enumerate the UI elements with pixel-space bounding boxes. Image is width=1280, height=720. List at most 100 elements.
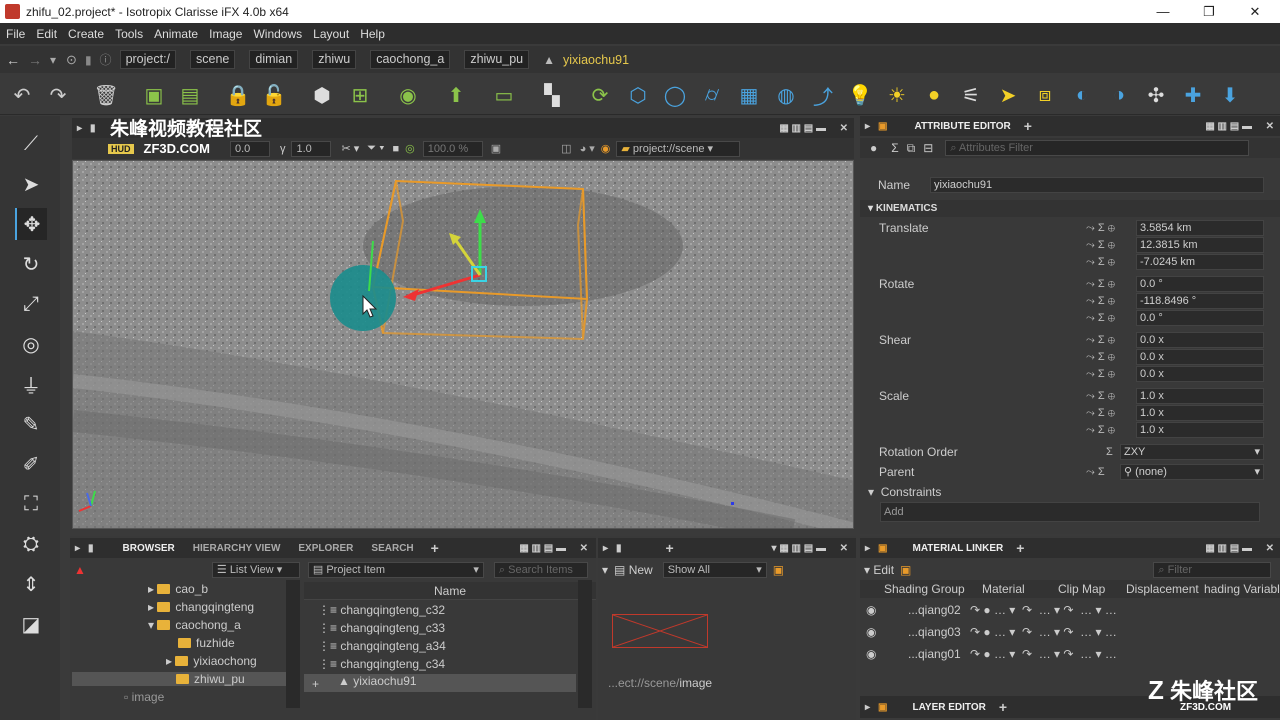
rotate-tool-icon[interactable]: ↻ xyxy=(15,248,47,280)
material-linker-tab[interactable]: MATERIAL LINKER xyxy=(903,543,1012,554)
download-icon[interactable]: ⬇ xyxy=(1218,83,1242,107)
ml-row[interactable]: ◉ ...qiang02 ↷ ● … ▾ ↷ … ▾ ↷ … ▾ … xyxy=(860,600,1280,622)
redo-icon[interactable]: ↷ xyxy=(46,83,70,107)
breadcrumb-caochong-a[interactable]: caochong_a xyxy=(370,50,451,69)
tab-search[interactable]: SEARCH xyxy=(362,543,422,554)
paint-tool-icon[interactable]: ✎ xyxy=(15,408,47,440)
ml-layout-icon[interactable]: ▦ ▥ ▤ ▬ xyxy=(1205,543,1252,554)
ml-row[interactable]: ◉ ...qiang01 ↷ ● … ▾ ↷ … ▾ ↷ … ▾ … xyxy=(860,644,1280,666)
name-field[interactable]: yixiaochu91 xyxy=(930,177,1264,193)
image-menu-icon[interactable]: ▸ xyxy=(603,543,608,554)
filter-dropdown-icon[interactable]: ⊟ xyxy=(923,141,933,155)
minimize-button[interactable]: — xyxy=(1140,0,1186,23)
col-clip-map[interactable]: Clip Map xyxy=(1058,582,1105,596)
ml-edit-icon[interactable]: ▣ xyxy=(900,563,911,577)
menu-image[interactable]: Image xyxy=(209,27,242,41)
image-icon[interactable]: ▣ xyxy=(773,563,784,577)
col-shading-group[interactable]: Shading Group xyxy=(884,582,965,596)
viewport-close-icon[interactable]: ✕ xyxy=(840,123,848,134)
tree-scrollbar[interactable] xyxy=(286,580,300,708)
shear-y-field[interactable]: 0.0 x xyxy=(1136,349,1264,365)
context-icon[interactable]: ▚ xyxy=(540,83,564,107)
breadcrumb-selected[interactable]: yixiaochu91 xyxy=(563,53,629,67)
scale-z-field[interactable]: 1.0 x xyxy=(1136,422,1264,438)
col-displacement[interactable]: Displacement xyxy=(1126,582,1199,596)
scatter-icon[interactable]: ✣ xyxy=(1144,83,1168,107)
menu-edit[interactable]: Edit xyxy=(36,27,57,41)
menu-create[interactable]: Create xyxy=(68,27,104,41)
display-icon[interactable]: ◫ xyxy=(561,142,571,155)
tab-browser[interactable]: BROWSER xyxy=(114,543,184,554)
list-item[interactable]: ⋮≡ changqingteng_c33 xyxy=(318,621,445,635)
spot-light-icon[interactable]: ⚟ xyxy=(959,83,983,107)
color-swatch-icon[interactable]: ◪ xyxy=(15,608,47,640)
menu-layout[interactable]: Layout xyxy=(313,27,349,41)
scale-tool-icon[interactable]: ⤢ xyxy=(15,288,47,320)
box-primitive-icon[interactable]: ⬡ xyxy=(626,83,650,107)
add-point-icon[interactable]: ✚ xyxy=(1181,83,1205,107)
gi-icon[interactable]: ◐ xyxy=(1070,83,1094,107)
ml-row-controls[interactable]: ↷ ● … ▾ ↷ … ▾ ↷ … ▾ … xyxy=(970,603,1117,617)
cylinder-primitive-icon[interactable]: ⌭ xyxy=(700,83,724,107)
layer-editor-tab[interactable]: LAYER EDITOR xyxy=(903,702,994,713)
shading-icon[interactable]: ◕ ▾ xyxy=(580,142,595,155)
progressive-icon[interactable]: ◎ xyxy=(405,142,415,155)
ml-row-controls[interactable]: ↷ ● … ▾ ↷ … ▾ ↷ … ▾ … xyxy=(970,625,1117,639)
scale-x-controls[interactable]: ⤳ Σ ⊕ xyxy=(1086,390,1134,403)
image-menu-arrow-icon[interactable]: ▾ xyxy=(602,563,608,577)
translate-x-controls[interactable]: ⤳ Σ ⊕ xyxy=(1086,222,1134,235)
home-icon[interactable]: ⊙ xyxy=(66,52,77,68)
ambient-occlusion-icon[interactable]: ◑ xyxy=(1107,83,1131,107)
tree-item-caochong-a[interactable]: ▾ caochong_a xyxy=(148,618,241,632)
scale-z-controls[interactable]: ⤳ Σ ⊕ xyxy=(1086,424,1134,437)
menu-tools[interactable]: Tools xyxy=(115,27,143,41)
tree-item-yixiaochong[interactable]: ▸ yixiaochong xyxy=(166,654,257,668)
breadcrumb-dimian[interactable]: dimian xyxy=(249,50,299,69)
zoom-field[interactable]: 100.0 % xyxy=(422,140,483,157)
shear-z-field[interactable]: 0.0 x xyxy=(1136,366,1264,382)
grid-primitive-icon[interactable]: ▦ xyxy=(737,83,761,107)
ml-edit-button[interactable]: ▾ Edit xyxy=(864,563,894,577)
tree-item-changqingteng[interactable]: ▸ changqingteng xyxy=(148,600,254,614)
translate-y-field[interactable]: 12.3815 km xyxy=(1136,237,1264,253)
select-arrow-icon[interactable]: ➤ xyxy=(15,168,47,200)
translate-y-controls[interactable]: ⤳ Σ ⊕ xyxy=(1086,239,1134,252)
add-constraint-button[interactable]: Add xyxy=(880,502,1260,522)
ml-close-icon[interactable]: ✕ xyxy=(1266,543,1274,554)
viewport-menu-icon[interactable]: ▸ xyxy=(77,123,82,134)
scene-icon[interactable]: ◉ xyxy=(396,83,420,107)
rotation-order-select[interactable]: ZXY ▾ xyxy=(1120,444,1264,460)
new-image-button[interactable]: ▤ New xyxy=(614,563,653,577)
attr-menu-icon[interactable]: ▸ xyxy=(865,121,870,132)
kinematics-section[interactable]: ▾ KINEMATICS xyxy=(860,200,1280,217)
comment-bubble-icon[interactable]: ● xyxy=(870,141,877,155)
history-dropdown-icon[interactable]: ▾ xyxy=(50,53,56,67)
translate-x-field[interactable]: 3.5854 km xyxy=(1136,220,1264,236)
unlock-tool-icon[interactable]: 🔓 xyxy=(262,83,287,107)
ungroup-icon[interactable]: ▤ xyxy=(178,83,202,107)
list-item[interactable]: ⋮≡ changqingteng_a34 xyxy=(318,639,446,653)
rotate-y-field[interactable]: -118.8496 ° xyxy=(1136,293,1264,309)
expand-plus-icon[interactable]: + xyxy=(312,677,319,691)
forward-arrow-icon[interactable]: → xyxy=(28,52,42,68)
cube-icon[interactable]: ⬢ xyxy=(310,83,334,107)
context-selector[interactable]: ▰ project://scene ▾ xyxy=(616,140,741,157)
rotate-z-controls[interactable]: ⤳ Σ ⊕ xyxy=(1086,312,1134,325)
tree-item-image[interactable]: ▫ image xyxy=(124,690,164,704)
up-folder-icon[interactable]: ▲ xyxy=(74,563,86,577)
attributes-filter-input[interactable]: ⌕ Attributes Filter xyxy=(945,140,1250,156)
show-all-select[interactable]: Show All ▾ xyxy=(662,562,767,578)
shear-y-controls[interactable]: ⤳ Σ ⊕ xyxy=(1086,351,1134,364)
breadcrumb-zhiwu-pu[interactable]: zhiwu_pu xyxy=(464,50,530,69)
name-column-header[interactable]: Name xyxy=(304,582,596,600)
picker-icon[interactable]: ⟋ xyxy=(15,128,47,160)
attr-add-tab-icon[interactable]: + xyxy=(1024,118,1032,134)
link-icon[interactable]: ⧉ xyxy=(907,141,916,156)
ml-filter-input[interactable]: ⌕ Filter xyxy=(1153,562,1272,578)
stamp-tool-icon[interactable]: ⏚ xyxy=(15,368,47,400)
shear-x-field[interactable]: 0.0 x xyxy=(1136,332,1264,348)
combiner-icon[interactable]: ⊞ xyxy=(348,83,372,107)
list-item[interactable]: ⋮≡ changqingteng_c34 xyxy=(318,657,445,671)
camera-icon[interactable]: ■ xyxy=(392,143,399,155)
group-icon[interactable]: ▣ xyxy=(142,83,166,107)
